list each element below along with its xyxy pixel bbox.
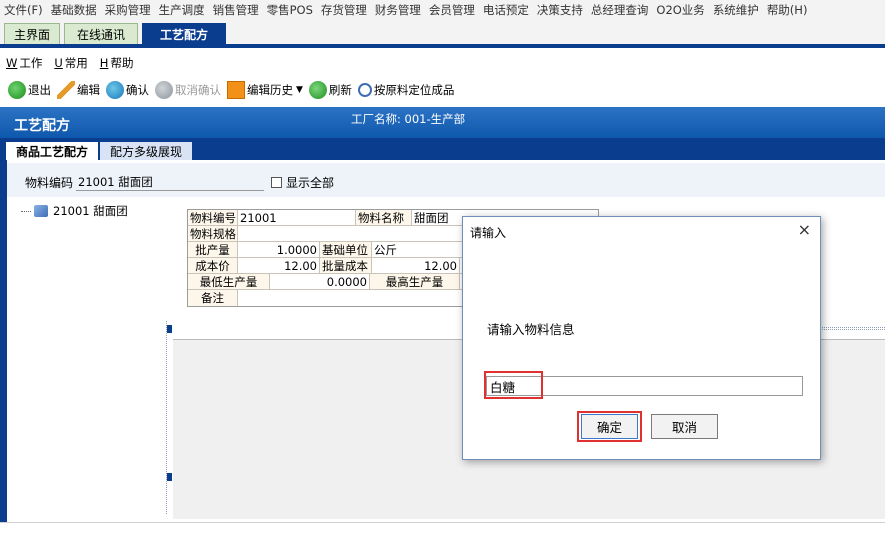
tree-node[interactable]: 21001 甜面团	[21, 203, 128, 219]
status-bar	[0, 522, 885, 539]
pencil-icon	[57, 81, 75, 99]
tab-recipe[interactable]: 工艺配方	[142, 23, 226, 44]
subtab-strip: 商品工艺配方 配方多级展现	[0, 138, 885, 160]
exit-icon	[8, 81, 26, 99]
refresh-button[interactable]: 刷新	[308, 81, 352, 99]
page-title: 工艺配方	[14, 118, 70, 134]
spec-label: 物料规格	[190, 226, 238, 241]
exit-button[interactable]: 退出	[8, 81, 51, 99]
search-icon	[357, 83, 372, 97]
cost-label: 成本价	[188, 258, 238, 273]
menu-decision[interactable]: 决策支持	[537, 2, 583, 18]
show-all-checkbox[interactable]	[271, 177, 282, 188]
tab-main[interactable]: 主界面	[4, 23, 60, 44]
cancel-button[interactable]: 取消	[651, 414, 718, 439]
batch-value[interactable]: 1.0000	[238, 242, 320, 257]
menu-basic-data[interactable]: 基础数据	[51, 2, 97, 18]
main-menubar: 文件(F) 基础数据 采购管理 生产调度 销售管理 零售POS 存货管理 财务管…	[0, 0, 885, 20]
window-tabstrip: 主界面 在线通讯 工艺配方	[0, 20, 885, 44]
menu-member[interactable]: 会员管理	[429, 2, 475, 18]
menu-pos[interactable]: 零售POS	[267, 2, 313, 18]
min-value[interactable]: 0.0000	[270, 274, 370, 289]
dialog-title: 请输入	[470, 226, 507, 240]
batch-cost-label: 批量成本	[320, 258, 372, 273]
factory-name: 工厂名称: 001-生产部	[351, 112, 466, 126]
material-code-field[interactable]: 21001 甜面团	[76, 171, 264, 191]
filter-bar: 物料编码 21001 甜面团 显示全部	[7, 163, 885, 197]
module-titlebar: 工艺配方 工厂名称: 001-生产部	[0, 107, 885, 138]
menu-file[interactable]: 文件(F)	[4, 2, 43, 18]
toolbar: 退出 编辑 确认 取消确认 编辑历史 ▼ 刷新 按原料定位成品	[0, 76, 885, 104]
edit-history-button[interactable]: 编辑历史 ▼	[227, 81, 303, 99]
ok-button[interactable]: 确定	[581, 414, 638, 439]
menu-system[interactable]: 系统维护	[713, 2, 759, 18]
tree-node-label: 21001 甜面团	[53, 204, 128, 218]
splitter-handle[interactable]	[166, 321, 173, 514]
menu-inventory[interactable]: 存货管理	[321, 2, 367, 18]
batch-cost-value[interactable]: 12.00	[372, 258, 460, 273]
batch-label: 批产量	[188, 242, 238, 257]
menu-purchase[interactable]: 采购管理	[105, 2, 151, 18]
cancel-confirm-button[interactable]: 取消确认	[155, 81, 221, 99]
tab-product-recipe[interactable]: 商品工艺配方	[6, 142, 98, 160]
close-icon[interactable]: ×	[798, 220, 811, 239]
tab-online-comm[interactable]: 在线通讯	[64, 23, 138, 44]
menu-production[interactable]: 生产调度	[159, 2, 205, 18]
remark-label: 备注	[188, 290, 238, 306]
menu-phone-order[interactable]: 电话预定	[483, 2, 529, 18]
dialog-message: 请输入物料信息	[487, 322, 575, 337]
cost-value[interactable]: 12.00	[238, 258, 320, 273]
tree-connector	[21, 210, 31, 212]
show-all-label[interactable]: 显示全部	[286, 174, 334, 191]
edit-button[interactable]: 编辑	[57, 81, 100, 99]
unit-label: 基础单位	[320, 242, 372, 257]
menu-o2o[interactable]: O2O业务	[656, 2, 704, 18]
code-value[interactable]: 21001	[238, 210, 356, 225]
menu-help[interactable]: 帮助(H)	[767, 2, 808, 18]
check-icon	[106, 81, 124, 99]
menu-gm-query[interactable]: 总经理查询	[591, 2, 649, 18]
horizontal-splitter[interactable]	[822, 327, 885, 330]
locate-by-material-button[interactable]: 按原料定位成品	[357, 82, 454, 98]
secondary-menu: W 工作 U 常用 H 帮助	[0, 53, 885, 73]
menu2-common[interactable]: U 常用	[54, 55, 87, 71]
max-label: 最高生产量	[370, 274, 460, 289]
history-icon	[227, 81, 245, 99]
menu2-work[interactable]: W 工作	[6, 55, 42, 71]
material-node-icon	[34, 205, 48, 217]
material-info-input[interactable]	[486, 376, 803, 396]
name-label: 物料名称	[356, 210, 412, 225]
refresh-icon	[308, 81, 327, 99]
code-label: 物料编号	[190, 210, 238, 225]
tab-underline	[0, 44, 885, 48]
menu2-help[interactable]: H 帮助	[100, 55, 134, 71]
left-edge-bar	[0, 160, 7, 522]
tab-multilevel-recipe[interactable]: 配方多级展现	[100, 142, 192, 160]
material-code-label: 物料编码	[25, 176, 74, 190]
input-dialog: 请输入 × 请输入物料信息 确定 取消	[462, 216, 821, 460]
collapse-arrow-icon[interactable]	[167, 325, 172, 333]
chevron-down-icon[interactable]: ▼	[296, 85, 303, 95]
menu-sales[interactable]: 销售管理	[213, 2, 259, 18]
menu-finance[interactable]: 财务管理	[375, 2, 421, 18]
min-label: 最低生产量	[188, 274, 270, 289]
collapse-arrow-icon[interactable]	[167, 473, 172, 481]
confirm-button[interactable]: 确认	[106, 81, 149, 99]
undo-icon	[155, 81, 173, 99]
